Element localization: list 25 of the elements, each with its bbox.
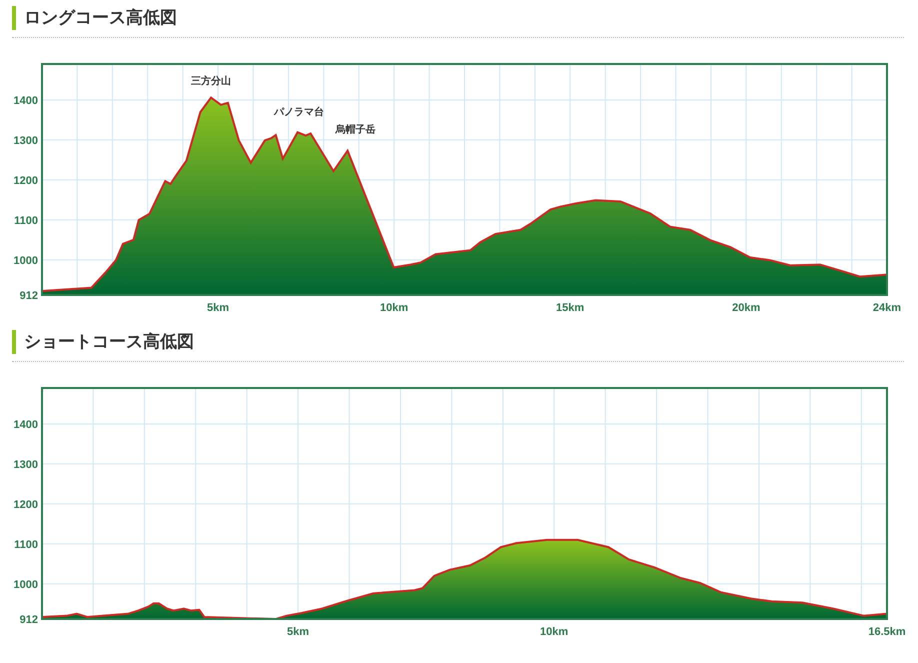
axis-tick-label: 1000 (14, 254, 38, 267)
axis-tick-label: 20km (732, 302, 760, 314)
axis-tick-label: 16.5km (868, 626, 906, 638)
axis-tick-label: 1400 (14, 94, 38, 107)
axis-tick-label: 1300 (14, 458, 38, 471)
axis-tick-label: 1100 (14, 538, 38, 551)
axis-tick-label: 5km (207, 302, 230, 314)
section-heading: ショートコース高低図 (12, 330, 904, 354)
axis-tick-label: 10km (540, 626, 568, 638)
axis-tick-label: 912 (20, 614, 38, 626)
peak-label: 烏帽子岳 (335, 124, 376, 136)
axis-tick-label: 5km (287, 626, 310, 638)
axis-tick-label: 1200 (14, 174, 38, 187)
peak-label: 三方分山 (191, 76, 231, 87)
axis-tick-label: 1300 (14, 134, 38, 147)
peak-label: パノラマ台 (274, 107, 324, 118)
axis-tick-label: 912 (20, 290, 38, 302)
axis-tick-label: 1200 (14, 498, 38, 511)
axis-tick-label: 15km (556, 302, 584, 314)
axis-tick-label: 1000 (14, 578, 38, 591)
axis-tick-label: 1100 (14, 214, 38, 227)
section-heading: ロングコース高低図 (12, 6, 904, 30)
axis-tick-label: 10km (380, 302, 408, 314)
axis-tick-label: 24km (872, 302, 902, 314)
axis-tick-label: 1400 (14, 418, 38, 431)
